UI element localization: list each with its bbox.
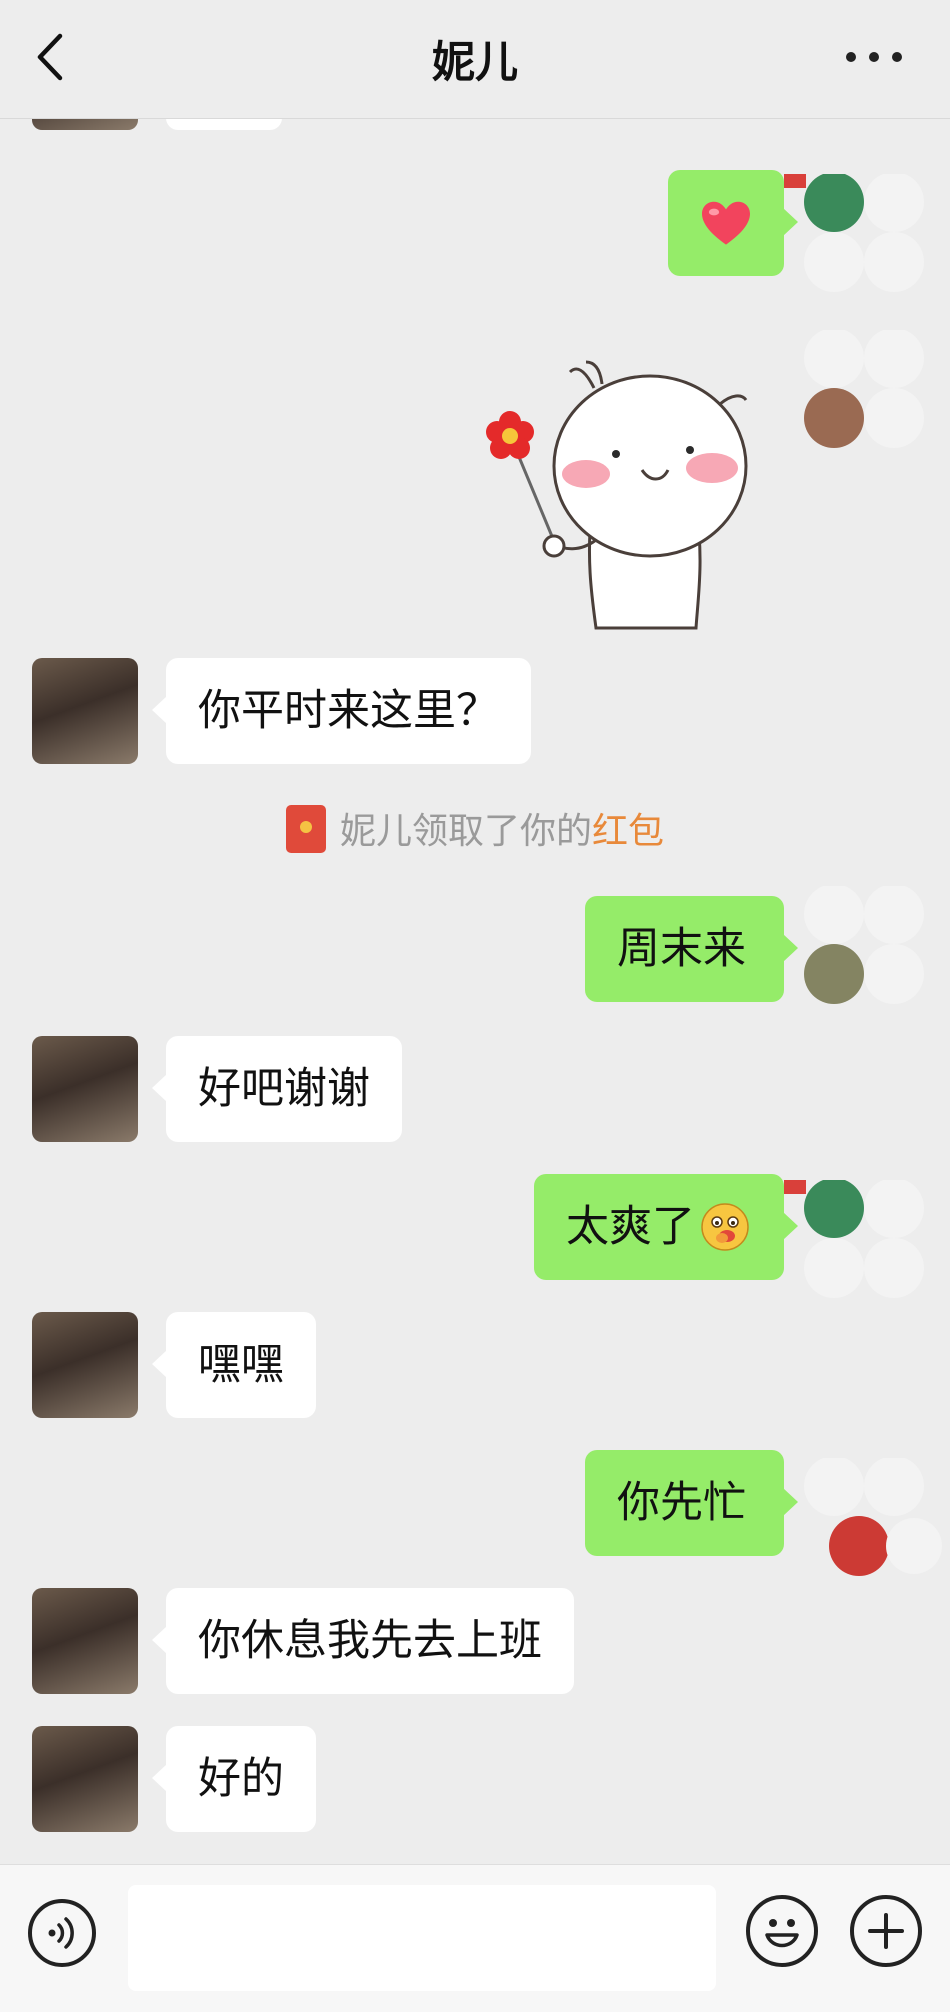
contact-avatar[interactable] [32,1036,138,1142]
message-list[interactable]: 你平时来这里？ 妮儿领取了你的红包 周末来 好吧谢谢 太爽了 嘿嘿 你先忙 你休… [0,118,950,1864]
message-text: 太爽了 [566,1202,695,1252]
redaction-mosaic [784,1180,924,1298]
redaction-mosaic [804,330,924,448]
message-bubble-incoming[interactable]: 好吧谢谢 [152,1036,402,1142]
message-bubble-incoming[interactable]: 你休息我先去上班 [152,1588,574,1694]
system-notice: 妮儿领取了你的红包 [0,802,950,854]
system-notice-text: 妮儿领取了你的 [339,811,592,852]
message-input[interactable] [128,1885,716,1991]
message-bubble-incoming[interactable]: 你平时来这里？ [152,658,531,764]
chat-title: 妮儿 [432,38,518,88]
contact-avatar[interactable] [32,1588,138,1694]
heart-icon [702,201,750,245]
message-bubble-outgoing[interactable] [668,170,798,276]
message-bubble-outgoing[interactable]: 周末来 [585,896,798,1002]
more-dots-icon[interactable] [846,52,902,64]
emoji-icon[interactable] [746,1895,818,1967]
contact-avatar[interactable] [32,658,138,764]
red-packet-icon [285,805,326,853]
redaction-mosaic [804,1458,942,1576]
contact-avatar[interactable] [32,118,138,130]
message-bubble-outgoing[interactable]: 太爽了 [534,1174,798,1280]
voice-icon[interactable] [28,1899,96,1967]
red-packet-link[interactable]: 红包 [592,811,664,852]
message-bubble-outgoing[interactable]: 你先忙 [585,1450,798,1556]
contact-avatar[interactable] [32,1312,138,1418]
input-bar [0,1864,950,2012]
contact-avatar[interactable] [32,1726,138,1832]
plus-icon[interactable] [850,1895,922,1967]
message-bubble-incoming[interactable]: 好的 [152,1726,316,1832]
redaction-mosaic [804,886,924,1004]
message-bubble-incoming[interactable] [166,118,282,130]
chat-header: 妮儿 [0,0,950,119]
cheeky-face-icon [701,1203,749,1251]
message-bubble-incoming[interactable]: 嘿嘿 [152,1312,316,1418]
redaction-mosaic [784,174,924,292]
cartoon-sticker[interactable] [484,358,764,630]
